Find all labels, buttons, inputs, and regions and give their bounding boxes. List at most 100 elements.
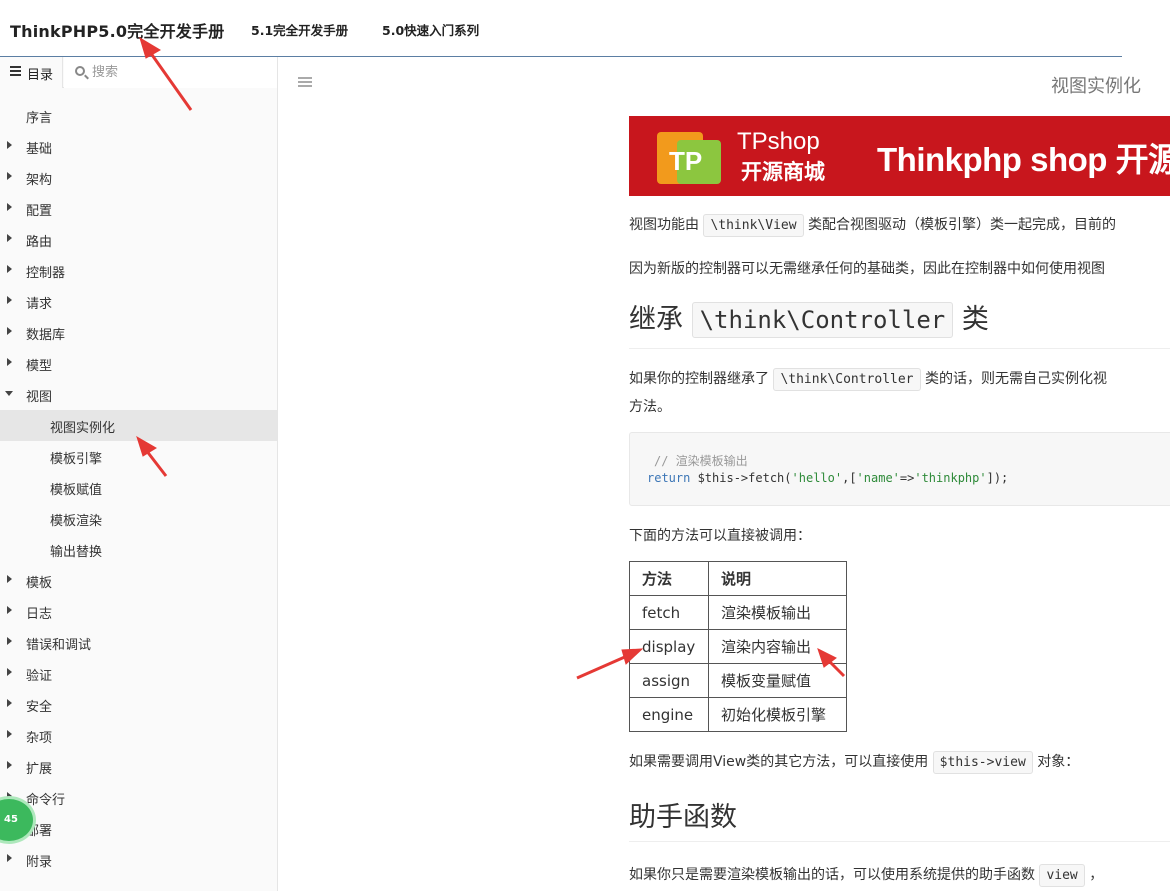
toc-item-label: 模板 [26, 576, 53, 591]
text: 对象： [1032, 754, 1080, 770]
toc-item-label: 数据库 [26, 328, 66, 343]
text: 如果你的控制器继承了 [629, 371, 774, 387]
caret-right-icon[interactable] [7, 296, 12, 304]
heading-text: 类 [953, 304, 989, 335]
caret-right-icon[interactable] [7, 265, 12, 273]
toc-item[interactable]: 错误和调试 [0, 627, 277, 658]
toc-item-label: 命令行 [26, 793, 66, 808]
caret-right-icon[interactable] [7, 141, 12, 149]
toc-item-label: 视图 [26, 390, 53, 405]
banner-headline: Thinkphp shop 开源 [877, 141, 1170, 178]
banner-logo-letters: TP [669, 146, 703, 176]
caret-right-icon[interactable] [7, 172, 12, 180]
table-cell: 初始化模板引擎 [708, 697, 847, 732]
code-keyword: return [647, 471, 691, 485]
caret-right-icon[interactable] [7, 327, 12, 335]
toc-item[interactable]: 架构 [0, 162, 277, 193]
nav-link-50-quickstart[interactable]: 5.0快速入门系列 [382, 20, 479, 39]
toc-item[interactable]: 基础 [0, 131, 277, 162]
table-row: assign 模板变量赋值 [629, 663, 847, 698]
code-string: 'thinkphp' [914, 471, 987, 485]
paragraph-controller-note: 因为新版的控制器可以无需继承任何的基础类，因此在控制器中如何使用视图 [629, 261, 1105, 277]
heading-helper-functions: 助手函数 [629, 802, 737, 833]
caret-down-icon[interactable] [5, 391, 13, 396]
toc-item-label: 视图实例化 [50, 421, 116, 436]
toc-item-label: 配置 [26, 204, 53, 219]
search-box[interactable] [64, 57, 277, 88]
table-row: fetch 渲染模板输出 [629, 595, 847, 630]
toc-item[interactable]: 视图 [0, 379, 277, 410]
code-comment: // 渲染模板输出 [654, 454, 748, 468]
list-icon [10, 66, 21, 76]
toc-item-label: 输出替换 [50, 545, 103, 560]
code-block: // 渲染模板输出 return $this->fetch('hello',['… [629, 432, 1170, 506]
toc-item[interactable]: 请求 [0, 286, 277, 317]
toc-item[interactable]: 扩展 [0, 751, 277, 782]
toc-item[interactable]: 命令行 [0, 782, 277, 813]
caret-right-icon[interactable] [7, 668, 12, 676]
toc-item[interactable]: 序言 [0, 100, 277, 131]
caret-right-icon[interactable] [7, 358, 12, 366]
toc-item-label: 控制器 [26, 266, 66, 281]
caret-right-icon[interactable] [7, 606, 12, 614]
table-row: engine 初始化模板引擎 [629, 697, 847, 732]
toc-item[interactable]: 视图实例化 [0, 410, 277, 441]
brand-title[interactable]: ThinkPHP5.0完全开发手册 [10, 18, 224, 42]
toc-item[interactable]: 部署 [0, 813, 277, 844]
caret-right-icon[interactable] [7, 234, 12, 242]
heading-code: \think\Controller [691, 302, 954, 338]
toc-item-label: 扩展 [26, 762, 53, 777]
toc-item[interactable]: 日志 [0, 596, 277, 627]
text: 类配合视图驱动（模板引擎）类一起完成，目前的 [803, 217, 1116, 233]
table-header: 方法 [629, 561, 709, 596]
paragraph-helper: 如果你只是需要渲染模板输出的话，可以使用系统提供的助手函数 view ， [629, 864, 1103, 887]
toc-item-label: 错误和调试 [26, 638, 92, 653]
search-input[interactable] [92, 62, 262, 82]
toc-item[interactable]: 配置 [0, 193, 277, 224]
table-cell: assign [629, 663, 709, 698]
caret-right-icon[interactable] [7, 699, 12, 707]
text: 如果需要调用View类的其它方法，可以直接使用 [629, 754, 933, 770]
caret-right-icon[interactable] [7, 854, 12, 862]
text: 类的话，则无需自己实例化视 [920, 371, 1107, 387]
toc-tab[interactable]: 目录 [0, 57, 63, 88]
text: 如果你只是需要渲染模板输出的话，可以使用系统提供的助手函数 [629, 867, 1040, 883]
toc-item[interactable]: 杂项 [0, 720, 277, 751]
paragraph-inherit: 如果你的控制器继承了 \think\Controller 类的话，则无需自己实例… [629, 368, 1107, 391]
toc-item[interactable]: 路由 [0, 224, 277, 255]
caret-right-icon[interactable] [7, 575, 12, 583]
code-token: => [899, 471, 915, 485]
toc-item-label: 附录 [26, 855, 53, 870]
caret-right-icon[interactable] [7, 637, 12, 645]
paragraph-intro: 视图功能由 \think\View 类配合视图驱动（模板引擎）类一起完成，目前的 [629, 214, 1116, 237]
code-token: $this->fetch( [690, 471, 792, 485]
table-cell: display [629, 629, 709, 664]
toc-item[interactable]: 附录 [0, 844, 277, 875]
toc-item-label: 模板渲染 [50, 514, 103, 529]
code-token: ,[ [842, 471, 857, 485]
toc-item[interactable]: 模板 [0, 565, 277, 596]
toc-item-label: 模板赋值 [50, 483, 103, 498]
toc-item[interactable]: 模板引擎 [0, 441, 277, 472]
nav-link-51-manual[interactable]: 5.1完全开发手册 [251, 20, 348, 39]
toc-item[interactable]: 输出替换 [0, 534, 277, 565]
toc-tab-label: 目录 [27, 68, 54, 83]
sidebar: 目录 序言基础架构配置路由控制器请求数据库模型视图视图实例化模板引擎模板赋值模板… [0, 57, 278, 891]
toc-item[interactable]: 数据库 [0, 317, 277, 348]
caret-right-icon[interactable] [7, 761, 12, 769]
toc-item[interactable]: 模板渲染 [0, 503, 277, 534]
sidebar-tabs: 目录 [0, 57, 277, 88]
caret-right-icon[interactable] [7, 203, 12, 211]
caret-right-icon[interactable] [7, 730, 12, 738]
toc-item[interactable]: 控制器 [0, 255, 277, 286]
toc-item[interactable]: 验证 [0, 658, 277, 689]
toc-item[interactable]: 安全 [0, 689, 277, 720]
inline-code: $this->view [932, 751, 1033, 774]
toc-item-label: 请求 [26, 297, 53, 312]
toggle-sidebar-icon[interactable] [298, 77, 312, 87]
code-line: return $this->fetch('hello',['name'=>'th… [647, 471, 1008, 485]
toc-item[interactable]: 模型 [0, 348, 277, 379]
toc-item[interactable]: 模板赋值 [0, 472, 277, 503]
ad-banner[interactable]: TP TPshop 开源商城 Thinkphp shop 开源 [629, 116, 1170, 196]
code-string: 'hello' [791, 471, 843, 485]
